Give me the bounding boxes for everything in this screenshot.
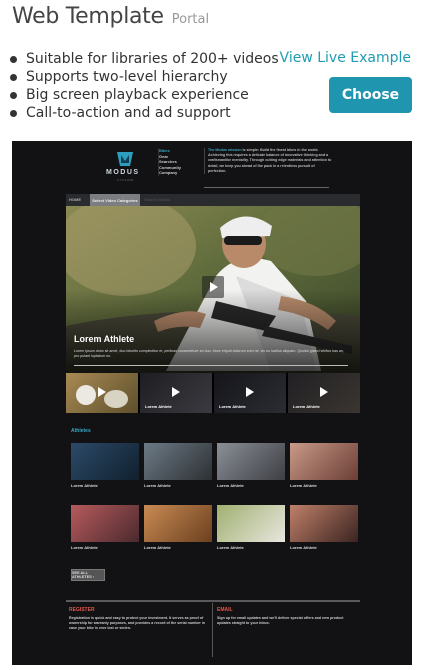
bullet-icon (10, 109, 17, 117)
preview-nav: Bikes Gear Searches Community Company (158, 148, 181, 176)
email-text: Sign up for email updates and we'll deli… (217, 616, 344, 625)
template-header: Web Template Portal (12, 4, 209, 29)
footer-email: EMAIL Sign up for email updates and we'l… (217, 607, 357, 626)
preview-category-bar: HOME Select Video Categories Search Vide… (66, 194, 360, 206)
template-title: Web Template (12, 4, 164, 29)
footer-divider (66, 600, 360, 602)
preview-home-link: HOME (69, 197, 81, 202)
preview-video-strip: Lorem Athlete Lorem Athlete Lorem Athlet… (66, 373, 360, 413)
template-category: Portal (171, 12, 210, 27)
view-live-example-link[interactable]: View Live Example (280, 50, 411, 66)
play-icon (320, 387, 328, 397)
strip-thumbnail: Lorem Athlete (288, 373, 360, 413)
hero-progress-line (74, 365, 348, 366)
feature-item: Big screen playback experience (10, 86, 279, 104)
preview-hero-video: Lorem Athlete Lorem ipsum dolor sit amet… (66, 206, 360, 373)
play-icon (172, 387, 180, 397)
athlete-tile: Lorem Athlete (217, 443, 285, 488)
register-heading: REGISTER (69, 607, 95, 613)
strip-thumbnail: Lorem Athlete (214, 373, 286, 413)
hero-play-button (202, 276, 224, 298)
strip-thumbnail: Lorem Athlete (140, 373, 212, 413)
feature-item: Suitable for libraries of 200+ videos (10, 50, 279, 68)
bullet-icon (10, 91, 17, 99)
header-divider (204, 187, 329, 188)
register-text: Registration is quick and easy to protec… (69, 616, 205, 630)
logo-wordmark: MODUS (106, 169, 140, 176)
athlete-tile: Lorem Athlete (290, 443, 358, 488)
feature-item: Supports two-level hierarchy (10, 68, 279, 86)
choose-button[interactable]: Choose (329, 77, 412, 113)
email-heading: EMAIL (217, 607, 233, 613)
athletes-section-title: Athletes (71, 428, 91, 434)
footer-register: REGISTER Registration is quick and easy … (69, 607, 209, 631)
logo-tagline: CYCLING (117, 178, 134, 182)
footer-column-divider (212, 603, 213, 657)
modus-logo-icon (117, 152, 133, 166)
preview-category-select: Select Video Categories (90, 194, 140, 206)
hero-description: Lorem ipsum dolor sit amet, duo lobortis… (74, 349, 344, 358)
play-icon (246, 387, 254, 397)
preview-about-text: The Modus mission is simple: Build the f… (204, 148, 332, 175)
see-all-athletes-button: SEE ALL ATHLETES › (71, 569, 105, 581)
athlete-tile: Lorem Athlete (290, 505, 358, 550)
athlete-tile: Lorem Athlete (217, 505, 285, 550)
template-preview-image: MODUS CYCLING Bikes Gear Searches Commun… (12, 141, 412, 665)
play-icon (98, 387, 106, 397)
strip-thumbnail (66, 373, 138, 413)
athlete-tile: Lorem Athlete (71, 505, 139, 550)
athlete-tile: Lorem Athlete (144, 443, 212, 488)
preview-header: MODUS CYCLING Bikes Gear Searches Commun… (12, 141, 412, 193)
bullet-icon (10, 73, 17, 81)
feature-list: Suitable for libraries of 200+ videos Su… (10, 50, 279, 122)
hero-title: Lorem Athlete (74, 334, 135, 344)
bullet-icon (10, 55, 17, 63)
preview-search-field: Search Videos (144, 197, 170, 202)
preview-nav-item: Company (159, 170, 178, 175)
athlete-tile: Lorem Athlete (144, 505, 212, 550)
athlete-tile: Lorem Athlete (71, 443, 139, 488)
feature-item: Call-to-action and ad support (10, 104, 279, 122)
